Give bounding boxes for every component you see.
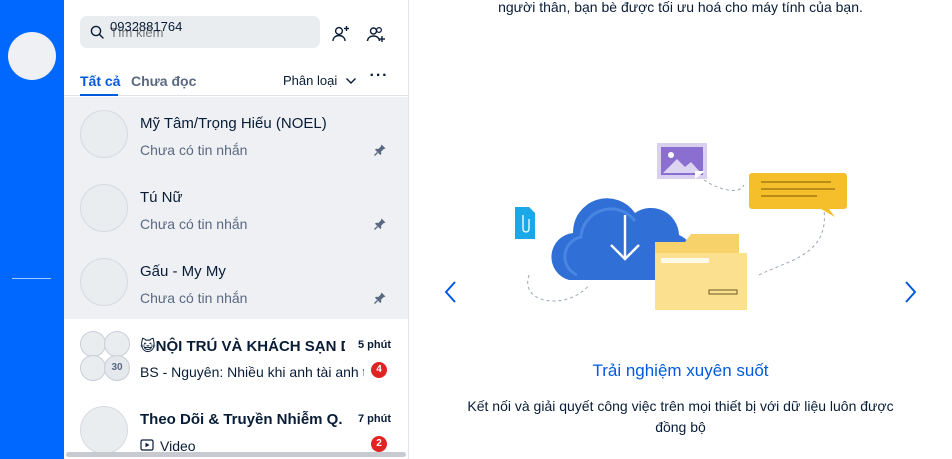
rail-divider xyxy=(12,278,51,279)
tab-unread[interactable]: Chưa đọc xyxy=(131,73,196,89)
conversation-item[interactable]: Tú Nữ Chưa có tin nhắn xyxy=(64,171,408,245)
chevron-down-icon[interactable] xyxy=(345,75,357,87)
conversation-item[interactable]: Mỹ Tâm/Trọng Hiếu (NOEL) Chưa có tin nhắ… xyxy=(64,97,408,171)
conversation-item[interactable]: Theo Dõi & Truyền Nhiễm Q. 7 phút Video … xyxy=(64,393,408,459)
conversation-name: Gấu - My My xyxy=(140,263,226,280)
conversation-preview: Chưa có tin nhắn xyxy=(140,142,248,158)
chevron-left-icon[interactable] xyxy=(440,278,462,306)
conversation-time: 5 phút xyxy=(358,339,391,351)
search-box[interactable]: 0932881764 xyxy=(80,16,320,48)
member-avatar xyxy=(80,355,106,381)
pin-icon xyxy=(374,292,386,304)
slide-description: Kết nối và giải quyết công việc trên mọi… xyxy=(467,398,894,435)
conversation-name: Tú Nữ xyxy=(140,189,183,206)
active-tab-indicator xyxy=(80,94,118,96)
unread-badge: 2 xyxy=(371,436,387,452)
conversation-name: Theo Dõi & Truyền Nhiễm Q. xyxy=(140,411,343,428)
avatar xyxy=(80,258,128,306)
chevron-right-icon[interactable] xyxy=(899,278,921,306)
conversation-panel: 0932881764 Tất cả Chưa đọc Phân loại ··· xyxy=(64,0,409,459)
tab-all[interactable]: Tất cả xyxy=(80,73,120,89)
conversation-item[interactable]: Gấu - My My Chưa có tin nhắn xyxy=(64,245,408,319)
slide-title: Trải nghiệm xuyên suốt xyxy=(592,361,769,380)
search-input[interactable] xyxy=(110,16,315,48)
pin-icon xyxy=(374,144,386,156)
pin-icon xyxy=(374,218,386,230)
horizontal-scrollbar[interactable] xyxy=(66,452,406,457)
member-avatar xyxy=(80,331,106,357)
more-options-button[interactable]: ··· xyxy=(366,68,392,91)
create-group-button[interactable] xyxy=(362,20,390,48)
add-friend-button[interactable] xyxy=(327,20,355,48)
group-avatar: 30 xyxy=(80,331,130,381)
avatar xyxy=(80,184,128,232)
user-avatar[interactable] xyxy=(8,32,56,80)
avatar xyxy=(80,110,128,158)
add-friend-icon xyxy=(332,26,349,42)
sync-illustration xyxy=(515,143,847,310)
member-count: 30 xyxy=(104,355,130,381)
search-icon xyxy=(90,25,104,39)
welcome-subtitle: người thân, bạn bè được tối ưu hoá cho m… xyxy=(498,0,863,15)
conversation-name: 😺NỘI TRÚ VÀ KHÁCH SẠN DL xyxy=(140,338,345,355)
welcome-area: người thân, bạn bè được tối ưu hoá cho m… xyxy=(409,0,952,459)
filter-bar: Tất cả Chưa đọc Phân loại ··· xyxy=(64,64,408,96)
conversation-item[interactable]: 30 😺NỘI TRÚ VÀ KHÁCH SẠN DL 5 phút BS - … xyxy=(64,319,408,393)
conversation-time: 7 phút xyxy=(358,413,391,425)
nav-rail xyxy=(0,0,64,459)
conversation-preview: Chưa có tin nhắn xyxy=(140,290,248,306)
video-icon xyxy=(140,439,154,451)
avatar xyxy=(80,406,128,454)
conversation-preview: BS - Nguyên: Nhiều khi anh tài anh tính xyxy=(140,364,364,380)
add-group-icon xyxy=(366,26,385,42)
conversation-list: Mỹ Tâm/Trọng Hiếu (NOEL) Chưa có tin nhắ… xyxy=(64,97,408,459)
classify-dropdown[interactable]: Phân loại xyxy=(283,73,337,88)
conversation-name: Mỹ Tâm/Trọng Hiếu (NOEL) xyxy=(140,115,327,132)
conversation-preview: Chưa có tin nhắn xyxy=(140,216,248,232)
unread-badge: 4 xyxy=(371,362,387,378)
member-avatar xyxy=(104,331,130,357)
